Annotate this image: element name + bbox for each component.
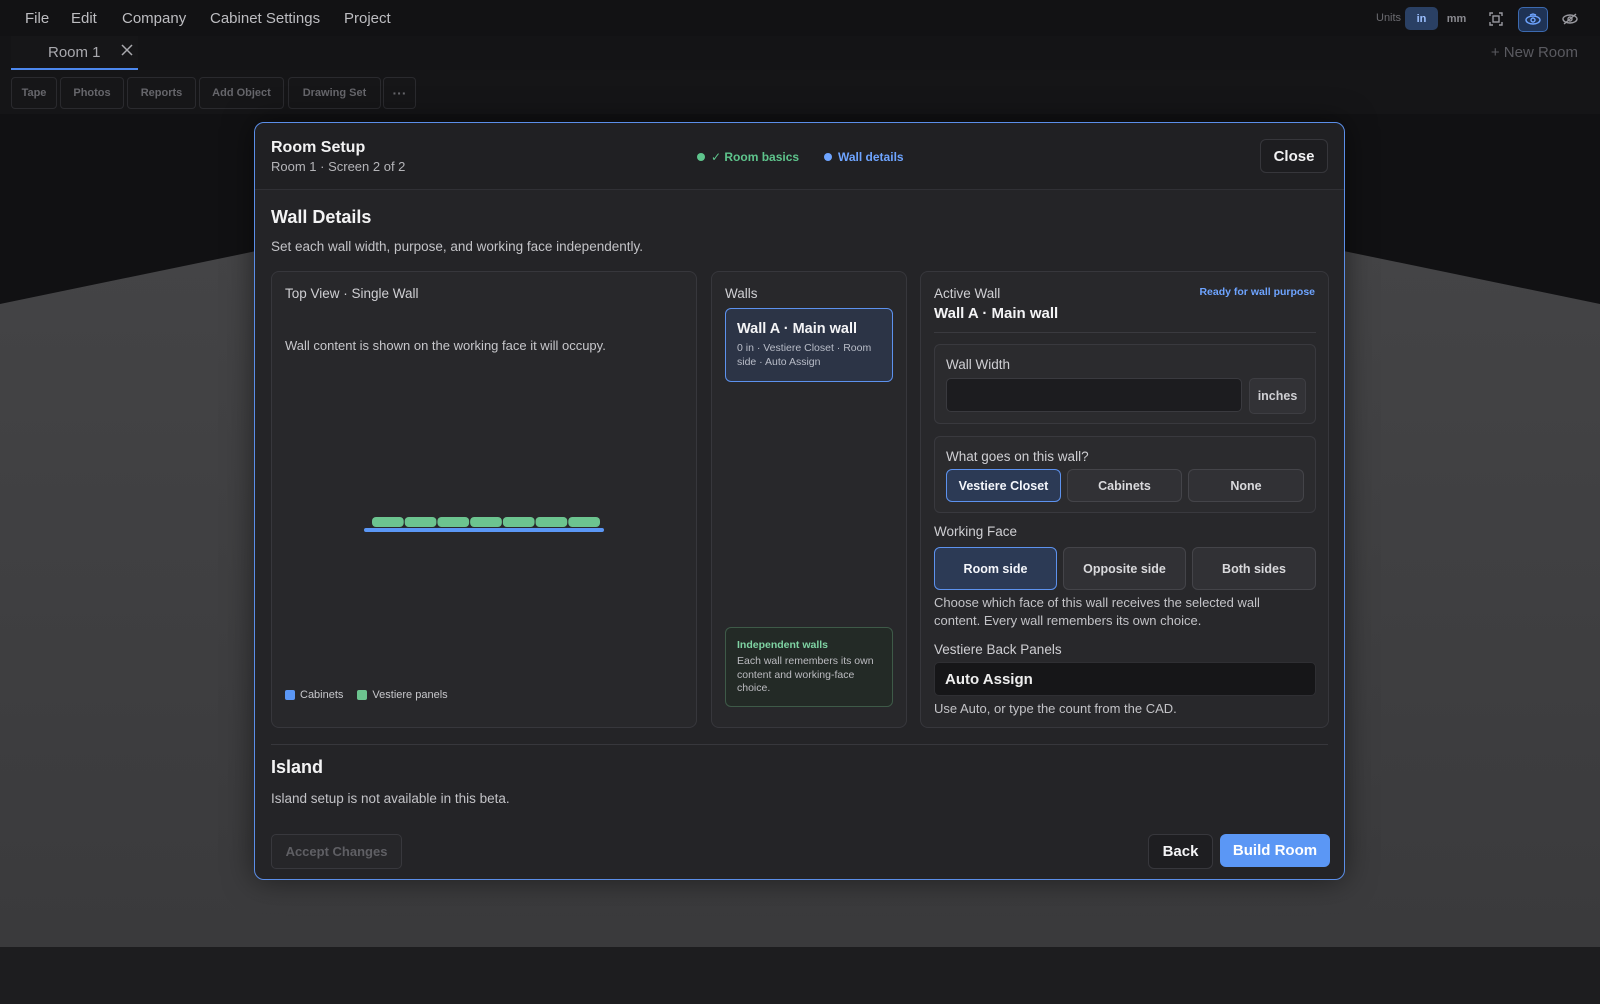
step-room-basics[interactable]: ✓ Room basics xyxy=(697,150,799,164)
add-object-button[interactable]: Add Object xyxy=(199,77,284,109)
wall-details-description: Set each wall width, purpose, and workin… xyxy=(271,239,643,254)
new-room-button[interactable]: + New Room xyxy=(1491,44,1578,61)
note-title: Independent walls xyxy=(737,639,829,651)
unit-in-toggle[interactable]: in xyxy=(1405,7,1438,30)
back-panels-help: Use Auto, or type the count from the CAD… xyxy=(934,701,1177,716)
tab-room-1-label: Room 1 xyxy=(48,44,101,61)
status-strip xyxy=(0,947,1600,1004)
units-label: Units xyxy=(1376,12,1402,24)
step-room-basics-label: ✓ Room basics xyxy=(711,150,800,164)
room-tabs-bar: Room 1 + New Room xyxy=(0,36,1600,71)
legend-cabinets: Cabinets xyxy=(285,689,343,701)
active-wall-divider xyxy=(934,332,1316,333)
wall-details-title: Wall Details xyxy=(271,207,372,227)
face-room-side-button[interactable]: Room side xyxy=(934,547,1057,590)
working-face-label: Working Face xyxy=(934,524,1018,539)
top-view-title: Top View · Single Wall xyxy=(285,286,419,301)
purpose-vestiere-closet-button[interactable]: Vestiere Closet xyxy=(946,469,1061,502)
island-description: Island setup is not available in this be… xyxy=(271,791,510,806)
wall-width-label: Wall Width xyxy=(946,357,1011,372)
reports-button[interactable]: Reports xyxy=(127,77,196,109)
active-wall-panel: Active Wall Wall A · Main wall Ready for… xyxy=(920,271,1329,728)
tape-button[interactable]: Tape xyxy=(11,77,57,109)
vestiere-panel xyxy=(502,517,535,527)
back-button[interactable]: Back xyxy=(1148,834,1213,869)
wall-a-meta: 0 in · Vestiere Closet · Room side · Aut… xyxy=(737,342,872,368)
close-button[interactable]: Close xyxy=(1260,139,1328,173)
build-room-button[interactable]: Build Room xyxy=(1220,834,1330,867)
room-setup-dialog: Room Setup Room 1 · Screen 2 of 2 ✓ Room… xyxy=(254,122,1345,880)
vestiere-panel xyxy=(404,517,437,527)
vestiere-panel xyxy=(437,517,470,527)
wall-a-card[interactable]: Wall A · Main wall 0 in · Vestiere Close… xyxy=(725,308,893,382)
hide-icon[interactable] xyxy=(1556,7,1584,30)
legend-vestiere: Vestiere panels xyxy=(357,689,448,701)
dialog-subtitle: Room 1 · Screen 2 of 2 xyxy=(271,159,406,174)
top-view-legend: Cabinets Vestiere panels xyxy=(285,689,448,701)
purpose-cabinets-button[interactable]: Cabinets xyxy=(1067,469,1182,502)
wall-a-title: Wall A · Main wall xyxy=(737,321,858,337)
active-wall-name: Wall A · Main wall xyxy=(934,305,1059,322)
menu-cabinet-settings[interactable]: Cabinet Settings xyxy=(210,10,320,27)
face-both-sides-button[interactable]: Both sides xyxy=(1192,547,1316,590)
dialog-title: Room Setup xyxy=(271,139,366,156)
toolbar: Tape Photos Reports Add Object Drawing S… xyxy=(0,70,1600,114)
step-complete-dot xyxy=(697,153,705,161)
wall-cabinet-line xyxy=(364,528,604,532)
cabinets-swatch xyxy=(285,690,295,700)
ready-status-badge: Ready for wall purpose xyxy=(1199,286,1315,298)
island-title: Island xyxy=(271,757,324,777)
top-view-description: Wall content is shown on the working fac… xyxy=(285,338,606,353)
menu-file[interactable]: File xyxy=(25,10,49,27)
top-view-panel: Top View · Single Wall Wall content is s… xyxy=(271,271,697,728)
independent-walls-note: Independent walls Each wall remembers it… xyxy=(725,627,893,707)
wall-width-group: Wall Width inches xyxy=(934,344,1316,424)
vestiere-swatch xyxy=(357,690,368,700)
menu-company[interactable]: Company xyxy=(122,10,186,27)
face-opposite-side-button[interactable]: Opposite side xyxy=(1063,547,1186,590)
menu-edit[interactable]: Edit xyxy=(71,10,97,27)
vestiere-panel xyxy=(568,517,600,527)
unit-mm-toggle[interactable]: mm xyxy=(1440,7,1473,30)
step-wall-details[interactable]: Wall details xyxy=(824,150,904,164)
orbit-view-icon[interactable] xyxy=(1518,7,1548,32)
wall-purpose-group: What goes on this wall? Vestiere Closet … xyxy=(934,436,1316,513)
accept-changes-button[interactable]: Accept Changes xyxy=(271,834,402,869)
walls-panel: Walls Wall A · Main wall 0 in · Vestiere… xyxy=(711,271,907,728)
wall-purpose-label: What goes on this wall? xyxy=(946,449,1089,464)
island-divider xyxy=(271,744,1328,745)
legend-cabinets-label: Cabinets xyxy=(300,689,344,701)
close-tab-icon[interactable] xyxy=(119,42,135,58)
wall-width-input[interactable] xyxy=(946,378,1242,412)
photos-button[interactable]: Photos xyxy=(60,77,124,109)
drawing-set-button[interactable]: Drawing Set xyxy=(288,77,381,109)
menu-bar: File Edit Company Cabinet Settings Proje… xyxy=(0,0,1600,36)
vestiere-panel xyxy=(535,517,568,527)
active-wall-label: Active Wall xyxy=(934,286,1001,301)
working-face-help: Choose which face of this wall receives … xyxy=(934,595,1260,628)
back-panels-label: Vestiere Back Panels xyxy=(934,642,1062,657)
vestiere-panel xyxy=(372,517,404,527)
step-current-dot xyxy=(824,153,832,161)
dialog-header: Room Setup Room 1 · Screen 2 of 2 ✓ Room… xyxy=(255,123,1344,190)
legend-vestiere-label: Vestiere panels xyxy=(372,689,448,701)
back-panels-input[interactable] xyxy=(934,662,1316,696)
note-body: Each wall remembers its own content and … xyxy=(737,655,874,694)
step-wall-details-label: Wall details xyxy=(838,150,904,164)
width-unit-label: inches xyxy=(1249,378,1306,414)
menu-project[interactable]: Project xyxy=(344,10,391,27)
fit-view-icon[interactable] xyxy=(1482,7,1510,30)
vestiere-panel xyxy=(470,517,502,527)
walls-title: Walls xyxy=(725,286,758,301)
purpose-none-button[interactable]: None xyxy=(1188,469,1304,502)
tab-room-1[interactable]: Room 1 xyxy=(11,36,138,70)
wall-plan-diagram xyxy=(364,517,604,532)
more-options-icon[interactable]: ··· xyxy=(383,77,416,109)
